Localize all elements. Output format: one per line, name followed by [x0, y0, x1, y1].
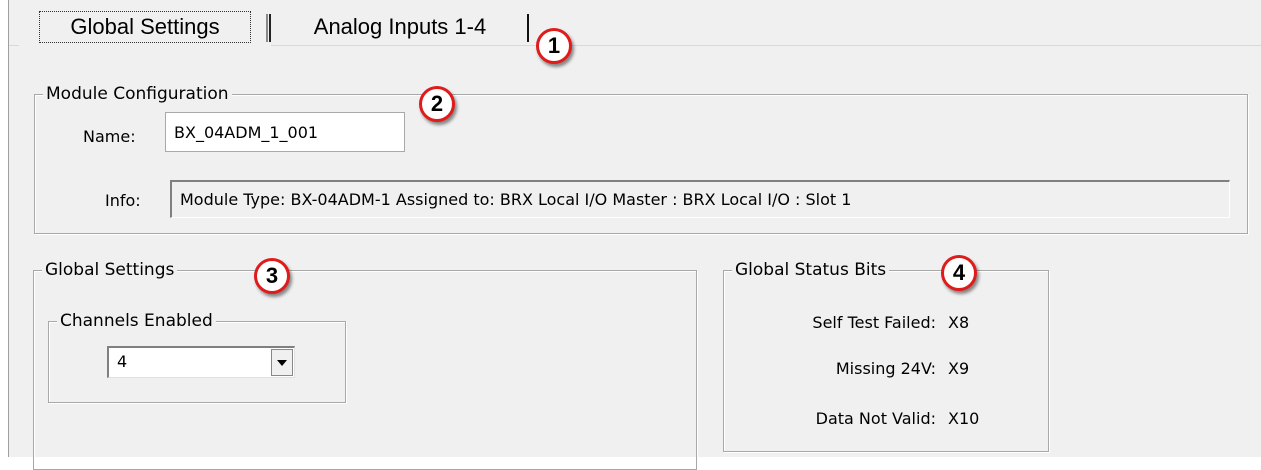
- channels-enabled-select[interactable]: 4: [107, 346, 295, 378]
- module-name-value: BX_04ADM_1_001: [174, 122, 319, 142]
- status-label-missing-24v: Missing 24V:: [835, 359, 936, 378]
- tab-analog-inputs-label: Analog Inputs 1-4: [313, 14, 487, 39]
- module-configuration-title: Module Configuration: [43, 83, 232, 105]
- settings-dialog: Global Settings Analog Inputs 1-4 1 Modu…: [8, 0, 1261, 470]
- global-status-bits-title: Global Status Bits: [732, 259, 890, 281]
- tab-global-settings[interactable]: Global Settings: [19, 8, 271, 46]
- global-settings-title: Global Settings: [42, 259, 178, 281]
- callout-4: 4: [941, 255, 977, 291]
- status-label-data-not-valid: Data Not Valid:: [815, 409, 936, 428]
- module-name-input[interactable]: BX_04ADM_1_001: [165, 112, 405, 152]
- module-configuration-group: Module Configuration Name: BX_04ADM_1_00…: [34, 83, 1248, 234]
- status-label-self-test: Self Test Failed:: [812, 313, 936, 332]
- callout-1: 1: [536, 28, 572, 64]
- info-label: Info:: [105, 191, 141, 210]
- dropdown-button[interactable]: [271, 349, 293, 376]
- tab-edge: [526, 14, 529, 42]
- status-value-data-not-valid: X10: [948, 409, 980, 428]
- tab-analog-inputs[interactable]: Analog Inputs 1-4: [271, 8, 529, 46]
- module-info-value: Module Type: BX-04ADM-1 Assigned to: BRX…: [180, 190, 852, 209]
- global-settings-group: Global Settings Channels Enabled 4: [33, 259, 697, 470]
- channels-enabled-title: Channels Enabled: [57, 310, 216, 332]
- global-status-bits-group: Global Status Bits Self Test Failed: X8 …: [723, 259, 1049, 452]
- name-label: Name:: [83, 127, 136, 146]
- status-value-self-test: X8: [948, 313, 970, 332]
- tab-strip: Global Settings Analog Inputs 1-4: [9, 0, 1261, 46]
- channels-enabled-value: 4: [117, 352, 128, 371]
- chevron-down-icon: [277, 359, 287, 366]
- tab-global-settings-label: Global Settings: [39, 11, 251, 43]
- status-value-missing-24v: X9: [948, 359, 970, 378]
- callout-2: 2: [419, 86, 455, 122]
- channels-enabled-group: Channels Enabled 4: [48, 310, 346, 403]
- module-info-field: Module Type: BX-04ADM-1 Assigned to: BRX…: [170, 180, 1230, 218]
- callout-3: 3: [254, 258, 290, 294]
